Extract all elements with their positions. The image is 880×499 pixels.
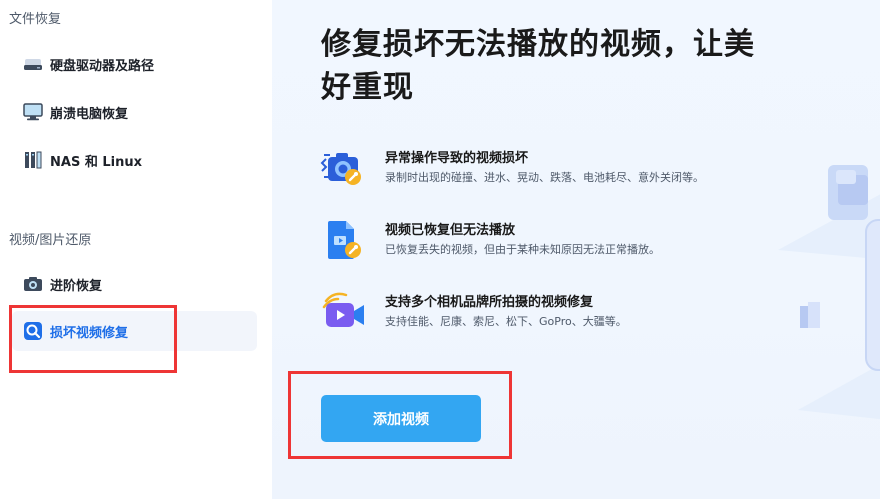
video-camera-icon bbox=[320, 291, 368, 335]
feature-title: 视频已恢复但无法播放 bbox=[385, 223, 516, 238]
feature-item-multi-brand: 支持多个相机品牌所拍摄的视频修复 支持佳能、尼康、索尼、松下、GoPro、大疆等… bbox=[320, 291, 740, 341]
sidebar-item-crashed-pc[interactable]: 崩溃电脑恢复 bbox=[12, 92, 257, 132]
video-repair-icon bbox=[22, 320, 44, 342]
sidebar-item-nas-linux[interactable]: NAS 和 Linux bbox=[12, 140, 257, 180]
section-title-file-recovery: 文件恢复 bbox=[9, 12, 62, 27]
sidebar-item-video-repair[interactable]: 损坏视频修复 bbox=[12, 311, 257, 351]
camera-icon bbox=[22, 273, 44, 295]
sidebar-item-advanced-recovery[interactable]: 进阶恢复 bbox=[12, 264, 257, 304]
sidebar-item-label: NAS 和 Linux bbox=[50, 154, 142, 170]
hard-drive-icon bbox=[22, 53, 44, 75]
page-title: 修复损坏无法播放的视频，让美好重现 bbox=[321, 27, 755, 105]
add-video-button[interactable]: 添加视频 bbox=[321, 395, 481, 442]
main-panel: 修复损坏无法播放的视频，让美好重现 异常操作导致的视频损坏 录制时出现的碰撞、进… bbox=[272, 0, 880, 499]
decorative-illustration bbox=[778, 165, 880, 420]
monitor-icon bbox=[22, 101, 44, 123]
feature-description: 已恢复丢失的视频，但由于某种未知原因无法正常播放。 bbox=[385, 243, 660, 256]
sidebar-item-label: 损坏视频修复 bbox=[50, 325, 129, 341]
feature-description: 支持佳能、尼康、索尼、松下、GoPro、大疆等。 bbox=[385, 315, 627, 328]
sidebar-item-label: 进阶恢复 bbox=[50, 278, 103, 294]
nas-server-icon bbox=[22, 149, 44, 171]
sidebar-item-label: 崩溃电脑恢复 bbox=[50, 106, 129, 122]
file-repair-icon bbox=[320, 219, 368, 263]
feature-item-recovered-not-playable: 视频已恢复但无法播放 已恢复丢失的视频，但由于某种未知原因无法正常播放。 bbox=[320, 219, 740, 269]
sidebar: 文件恢复 硬盘驱动器及路径 崩溃电脑恢复 NAS 和 Linux 视频/图片还原… bbox=[0, 0, 272, 499]
camera-repair-icon bbox=[320, 147, 368, 191]
sidebar-item-hard-drive[interactable]: 硬盘驱动器及路径 bbox=[12, 44, 257, 84]
sidebar-item-label: 硬盘驱动器及路径 bbox=[50, 58, 155, 74]
feature-title: 支持多个相机品牌所拍摄的视频修复 bbox=[385, 295, 594, 310]
feature-title: 异常操作导致的视频损坏 bbox=[385, 151, 529, 166]
feature-item-abnormal-operation: 异常操作导致的视频损坏 录制时出现的碰撞、进水、晃动、跌落、电池耗尽、意外关闭等… bbox=[320, 147, 740, 197]
feature-description: 录制时出现的碰撞、进水、晃动、跌落、电池耗尽、意外关闭等。 bbox=[385, 171, 704, 184]
section-title-video-photo: 视频/图片还原 bbox=[9, 233, 92, 248]
